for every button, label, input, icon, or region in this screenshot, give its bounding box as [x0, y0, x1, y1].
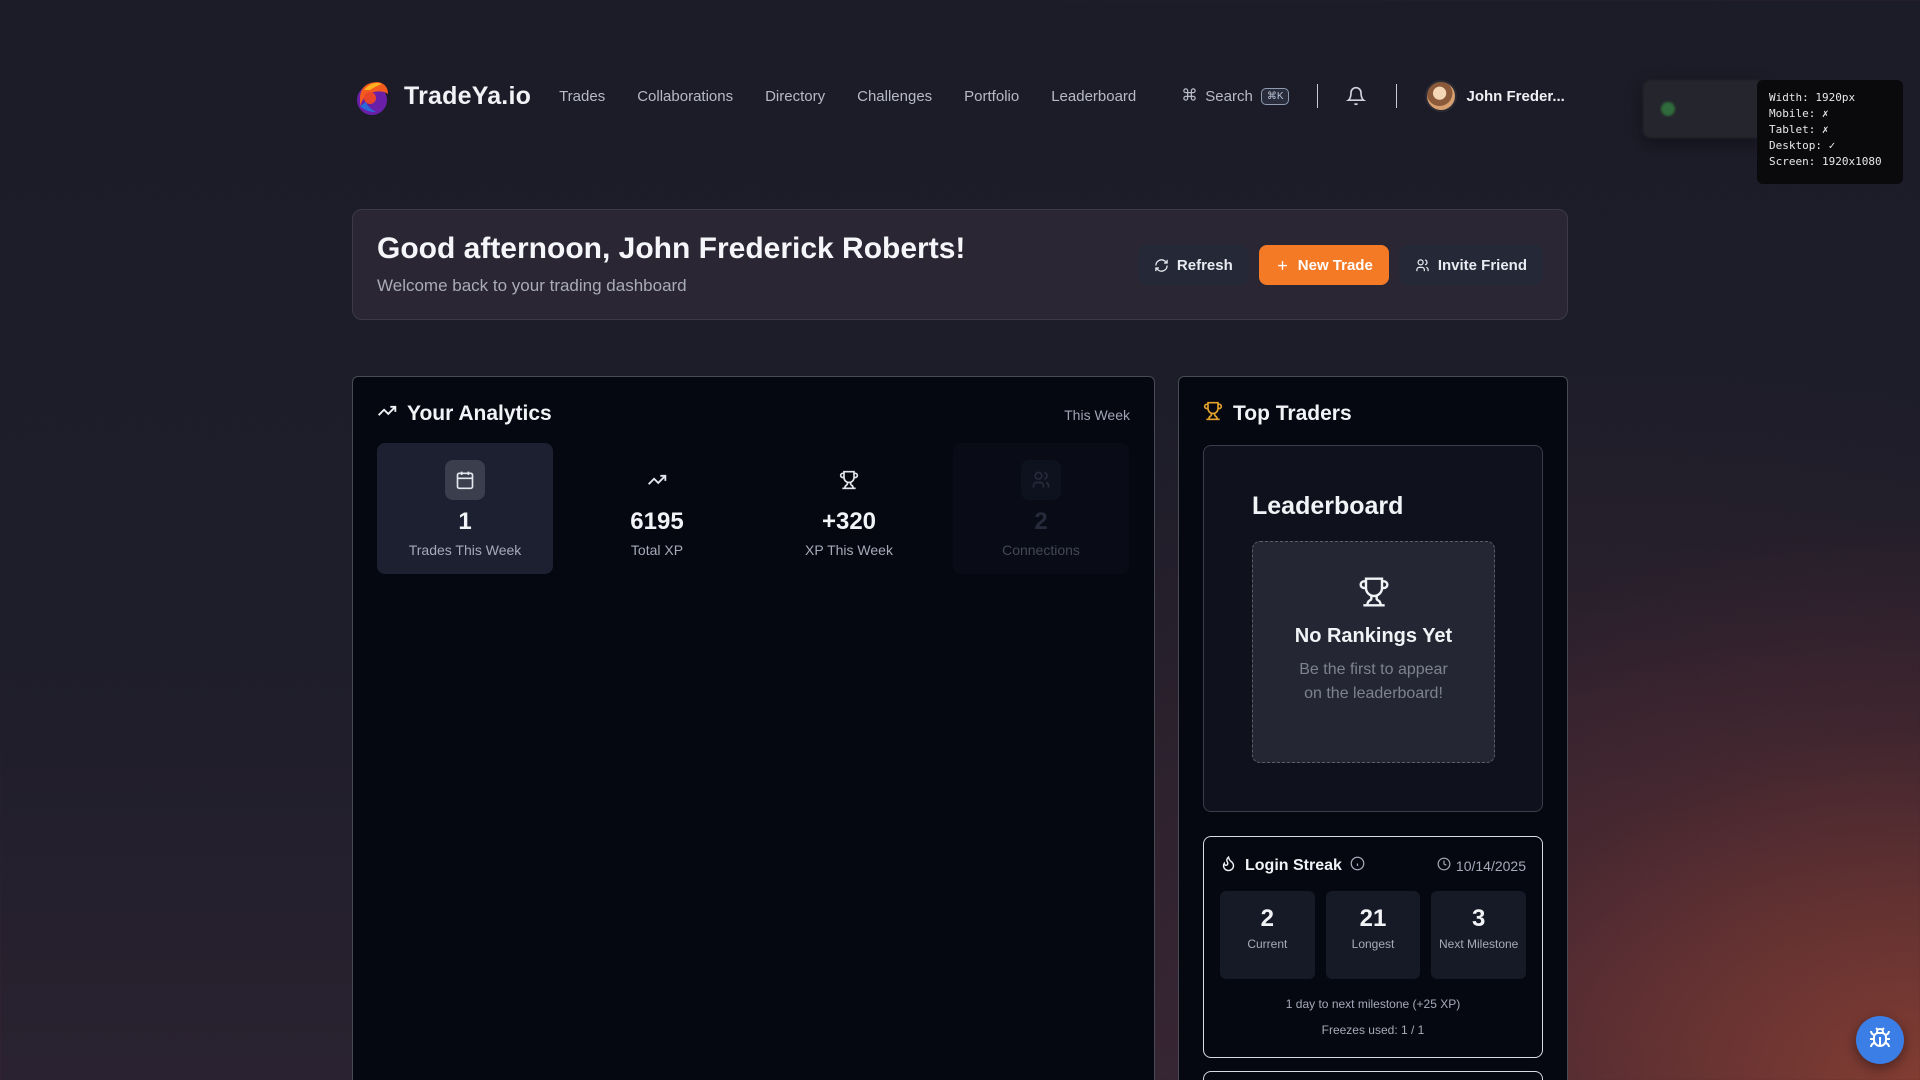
bell-icon[interactable] — [1346, 85, 1368, 107]
debug-line: Screen: 1920x1080 — [1769, 155, 1882, 168]
nav-link-portfolio[interactable]: Portfolio — [964, 88, 1019, 105]
search-shortcut: ⌘K — [1260, 87, 1290, 105]
app-name: TradeYa.io — [404, 81, 532, 110]
plus-icon — [1277, 260, 1287, 270]
stat-total-xp[interactable]: 6195 Total XP — [569, 443, 745, 574]
leaderboard-title: Leaderboard — [1252, 492, 1404, 520]
trending-up-icon — [377, 401, 397, 426]
nav-link-challenges[interactable]: Challenges — [857, 88, 932, 105]
top-nav: TradeYa.io Trades Collaborations Directo… — [352, 72, 1568, 120]
empty-text: Be the first to appear on the leaderboar… — [1299, 661, 1448, 702]
bug-report-button[interactable] — [1856, 1016, 1904, 1064]
search-label: Search — [1205, 87, 1253, 105]
user-plus-icon — [1416, 258, 1429, 271]
toast-notification — [1643, 80, 1763, 138]
streak-value: 3 — [1472, 905, 1486, 932]
clock-icon — [1437, 857, 1451, 874]
trending-up-icon — [637, 460, 677, 500]
streak-date: 10/14/2025 — [1437, 857, 1526, 874]
streak-title: Login Streak — [1245, 857, 1342, 874]
streak-current: 2 Current — [1220, 891, 1315, 979]
stat-connections[interactable]: 2 Connections — [953, 443, 1129, 574]
stats-row: 1 Trades This Week 6195 Total XP +320 XP… — [377, 443, 1130, 574]
info-icon[interactable] — [1350, 856, 1365, 876]
nav-link-collaborations[interactable]: Collaborations — [637, 88, 733, 105]
users-icon — [1021, 460, 1061, 500]
search-button[interactable]: Search ⌘K — [1182, 87, 1290, 106]
stat-label: Trades This Week — [408, 542, 522, 558]
stat-label: Connections — [1002, 542, 1080, 558]
period-selector[interactable]: This Week — [1064, 407, 1130, 423]
command-icon — [1182, 87, 1197, 106]
milestone-note: 1 day to next milestone (+25 XP) — [1285, 997, 1461, 1011]
leaderboard-empty-state: No Rankings Yet Be the first to appear o… — [1252, 541, 1495, 763]
logo-icon — [352, 76, 392, 116]
invite-label: Invite Friend — [1437, 256, 1527, 274]
freezes-note: Freezes used: 1 / 1 — [1321, 1023, 1425, 1037]
user-menu[interactable]: John Freder... — [1425, 80, 1565, 112]
trophy-icon — [1358, 576, 1390, 613]
divider — [1396, 84, 1398, 108]
refresh-label: Refresh — [1176, 256, 1233, 274]
logo[interactable]: TradeYa.io — [352, 76, 531, 116]
debug-line: Mobile: ✗ — [1769, 107, 1829, 120]
viewport-debug-panel: Width: 1920px Mobile: ✗ Tablet: ✗ Deskto… — [1757, 80, 1903, 184]
analytics-panel: Your Analytics This Week 1 Trades This W… — [352, 376, 1155, 1080]
date-text: 10/14/2025 — [1455, 857, 1526, 874]
trophy-icon — [829, 460, 869, 500]
stat-value: 6195 — [630, 508, 684, 535]
debug-line: Tablet: ✗ — [1769, 123, 1829, 136]
stat-value: 2 — [1034, 508, 1048, 535]
login-streak-card: Login Streak 10/14/2025 2 Current 21 Lon… — [1203, 836, 1543, 1058]
refresh-button[interactable]: Refresh — [1137, 245, 1249, 285]
nav-link-directory[interactable]: Directory — [765, 88, 825, 105]
streak-label: Longest — [1351, 937, 1395, 951]
debug-line: Width: 1920px — [1769, 91, 1856, 104]
user-name: John Freder... — [1466, 87, 1565, 105]
new-trade-label: New Trade — [1297, 256, 1373, 274]
top-traders-panel: Top Traders Leaderboard No Rankings Yet … — [1178, 376, 1568, 1080]
streak-value: 21 — [1359, 905, 1387, 932]
invite-friend-button[interactable]: Invite Friend — [1398, 245, 1543, 285]
streak-label: Next Milestone — [1438, 937, 1519, 951]
debug-line: Desktop: ✓ — [1769, 139, 1836, 152]
nav-link-leaderboard[interactable]: Leaderboard — [1051, 88, 1136, 105]
empty-title: No Rankings Yet — [1294, 625, 1453, 647]
refresh-icon — [1155, 258, 1168, 272]
new-trade-button[interactable]: New Trade — [1258, 245, 1389, 285]
stat-value: 1 — [458, 508, 472, 535]
next-card — [1203, 1071, 1543, 1080]
welcome-banner: Good afternoon, John Frederick Roberts! … — [352, 209, 1568, 320]
top-traders-title: Top Traders — [1233, 401, 1352, 425]
streak-value: 2 — [1260, 905, 1275, 932]
stat-label: XP This Week — [805, 542, 893, 558]
nav-link-trades[interactable]: Trades — [559, 88, 605, 105]
nav-links: Trades Collaborations Directory Challeng… — [559, 88, 1136, 105]
leaderboard-card: Leaderboard No Rankings Yet Be the first… — [1203, 445, 1543, 812]
calendar-icon — [445, 460, 485, 500]
streak-longest: 21 Longest — [1325, 891, 1421, 979]
streak-stats: 2 Current 21 Longest 3 Next Milestone — [1220, 891, 1527, 979]
avatar — [1425, 80, 1458, 112]
divider — [1317, 84, 1319, 108]
stat-trades-this-week[interactable]: 1 Trades This Week — [377, 443, 553, 574]
flame-icon — [1220, 855, 1237, 877]
stat-value: +320 — [821, 508, 877, 535]
streak-next-milestone: 3 Next Milestone — [1431, 891, 1527, 979]
bug-icon — [1868, 1026, 1892, 1055]
streak-label: Current — [1247, 937, 1288, 951]
welcome-actions: Refresh New Trade Invite Friend — [1137, 245, 1543, 285]
analytics-title: Your Analytics — [407, 401, 552, 425]
stat-label: Total XP — [630, 542, 684, 558]
trophy-icon — [1203, 401, 1223, 426]
stat-xp-this-week[interactable]: +320 XP This Week — [761, 443, 937, 574]
